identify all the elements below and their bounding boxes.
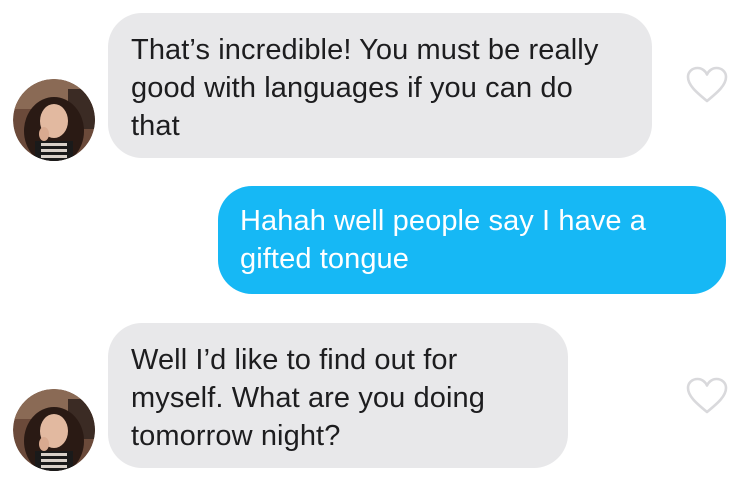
message-bubble-incoming[interactable]: That’s incredible! You must be really go… (108, 13, 652, 158)
heart-outline-icon[interactable] (686, 377, 728, 415)
chat-thread: That’s incredible! You must be really go… (0, 0, 750, 482)
profile-photo (13, 389, 95, 471)
message-bubble-outgoing[interactable]: Hahah well people say I have a gifted to… (218, 186, 726, 294)
heart-outline-icon[interactable] (686, 66, 728, 104)
avatar[interactable] (13, 389, 95, 471)
avatar[interactable] (13, 79, 95, 161)
profile-photo (13, 79, 95, 161)
message-bubble-incoming[interactable]: Well I’d like to find out for myself. Wh… (108, 323, 568, 468)
